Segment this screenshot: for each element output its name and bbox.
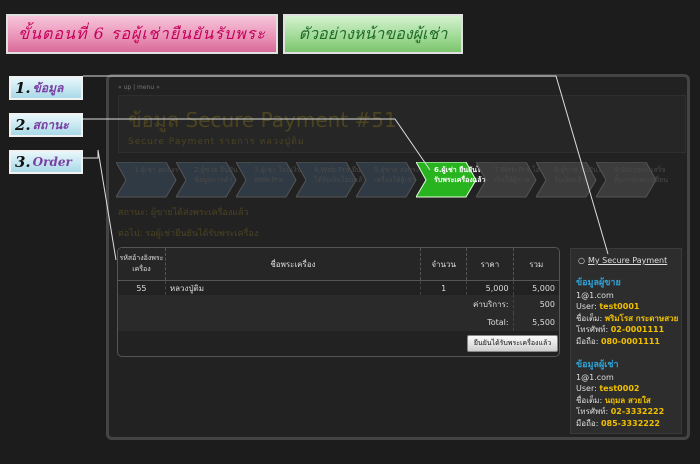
callout-line-info — [83, 75, 609, 255]
callout-line-order — [83, 149, 117, 261]
callout-lines — [83, 75, 609, 261]
callout-line-status — [83, 118, 431, 171]
